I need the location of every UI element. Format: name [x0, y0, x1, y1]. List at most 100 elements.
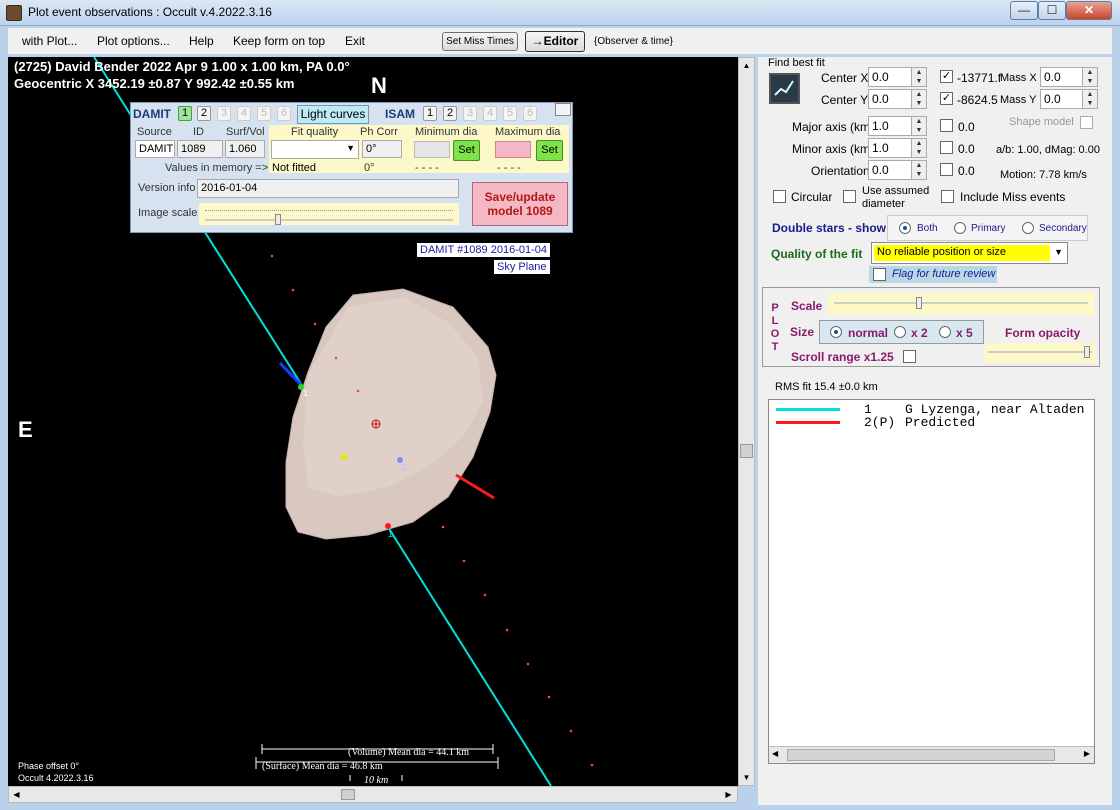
col-id: ID [193, 126, 204, 138]
damit-tab-6[interactable]: 6 [277, 106, 291, 121]
app-icon [6, 5, 22, 21]
menu-exit[interactable]: Exit [345, 34, 365, 48]
plot-horizontal-scrollbar[interactable]: ◀ ▶ [8, 786, 738, 803]
size-x2-label: x 2 [911, 326, 928, 340]
rms-fit-text: RMS fit 15.4 ±0.0 km [775, 381, 878, 393]
scale-bar-label: 10 km [364, 775, 389, 786]
flag-review-label: Flag for future review [892, 268, 996, 280]
save-update-model-button[interactable]: Save/update model 1089 [472, 182, 568, 226]
isam-tab-4[interactable]: 4 [483, 106, 497, 121]
minor-axis-checkbox[interactable] [940, 141, 953, 154]
mass-y-spinner[interactable]: ▲ ▼ [1082, 89, 1098, 109]
ds-both-radio[interactable] [899, 222, 911, 234]
center-x-input[interactable]: 0.0 [868, 67, 912, 87]
size-x2-radio[interactable] [894, 326, 906, 338]
isam-tab-2[interactable]: 2 [443, 106, 457, 121]
list-scroll-left-icon[interactable]: ◀ [772, 749, 778, 758]
list-hscroll-thumb[interactable] [787, 749, 1055, 761]
close-button[interactable]: ✕ [1066, 1, 1112, 20]
orientation-spinner[interactable]: ▲ ▼ [911, 160, 927, 180]
plot-vertical-scrollbar[interactable]: ▲ ▼ [738, 57, 755, 786]
form-opacity-label: Form opacity [1005, 326, 1081, 340]
min-dia-field[interactable] [414, 141, 450, 158]
menu-plot-options[interactable]: Plot options... [97, 34, 170, 48]
orientation-checkbox[interactable] [940, 163, 953, 176]
version-info-field[interactable]: 2016-01-04 [197, 179, 459, 198]
minor-axis-spinner[interactable]: ▲ ▼ [911, 138, 927, 158]
surf-vol-field[interactable]: 1.060 [225, 140, 265, 158]
damit-tab-1[interactable]: 1 [178, 106, 192, 121]
major-axis-spinner[interactable]: ▲ ▼ [911, 116, 927, 136]
set-miss-times-button[interactable]: Set Miss Times [442, 32, 518, 51]
scroll-down-icon[interactable]: ▼ [739, 770, 754, 785]
major-axis-checkbox[interactable] [940, 119, 953, 132]
ds-secondary-radio[interactable] [1022, 222, 1034, 234]
major-axis-input[interactable]: 1.0 [868, 116, 912, 136]
menu-with-plot[interactable]: with Plot... [22, 34, 77, 48]
scale-slider[interactable] [828, 293, 1094, 315]
isam-tab-1[interactable]: 1 [423, 106, 437, 121]
damit-tab-2[interactable]: 2 [197, 106, 211, 121]
form-opacity-thumb[interactable] [1084, 346, 1090, 358]
find-best-fit-button[interactable] [769, 73, 800, 104]
fix-x-checkbox[interactable]: ✓ [940, 70, 953, 83]
ph-corr-field[interactable]: 0° [362, 140, 402, 158]
panel-collapse-button[interactable] [555, 103, 571, 116]
damit-tab-5[interactable]: 5 [257, 106, 271, 121]
quality-of-fit-select[interactable]: No reliable position or size ▼ [871, 242, 1068, 264]
center-y-spinner[interactable]: ▲ ▼ [911, 89, 927, 109]
circular-checkbox[interactable] [773, 190, 786, 203]
menu-help[interactable]: Help [189, 34, 214, 48]
include-miss-checkbox[interactable] [941, 190, 954, 203]
minimize-button[interactable]: — [1010, 1, 1038, 20]
isam-tab-5[interactable]: 5 [503, 106, 517, 121]
mass-x-spinner[interactable]: ▲ ▼ [1082, 67, 1098, 87]
flag-review-checkbox[interactable] [873, 268, 886, 281]
fix-y-checkbox[interactable]: ✓ [940, 92, 953, 105]
size-normal-radio[interactable] [830, 326, 842, 338]
isam-tab-3[interactable]: 3 [463, 106, 477, 121]
hscroll-thumb[interactable] [341, 789, 355, 800]
damit-tab-3[interactable]: 3 [217, 106, 231, 121]
menu-keep-on-top[interactable]: Keep form on top [233, 34, 325, 48]
mass-y-input[interactable]: 0.0 [1040, 89, 1083, 109]
fit-quality-select[interactable]: ▼ [271, 140, 359, 159]
scroll-left-icon[interactable]: ◀ [9, 787, 24, 802]
save-model-label: model 1089 [487, 204, 553, 218]
maximize-button[interactable]: ☐ [1038, 1, 1066, 20]
sky-plane-label: Sky Plane [494, 260, 550, 274]
light-curves-button[interactable]: Light curves [297, 105, 369, 124]
size-x5-radio[interactable] [939, 326, 951, 338]
image-scale-slider[interactable] [199, 203, 459, 225]
plot-header-line2: Geocentric X 3452.19 ±0.87 Y 992.42 ±0.5… [14, 76, 295, 91]
scroll-up-icon[interactable]: ▲ [739, 58, 754, 73]
damit-tab-4[interactable]: 4 [237, 106, 251, 121]
shape-model-label: Shape model [1009, 116, 1074, 128]
x-value: -13771.f [957, 71, 1002, 85]
mass-x-input[interactable]: 0.0 [1040, 67, 1083, 87]
set-max-button[interactable]: Set [536, 140, 563, 161]
observer-list[interactable]: 1 G Lyzenga, near Altaden 2(P) Predicted… [768, 399, 1095, 764]
orientation-input[interactable]: 0.0 [868, 160, 912, 180]
ds-primary-radio[interactable] [954, 222, 966, 234]
scroll-right-icon[interactable]: ▶ [721, 787, 736, 802]
set-min-button[interactable]: Set [453, 140, 480, 161]
editor-button[interactable]: →Editor [525, 31, 585, 52]
image-scale-thumb[interactable] [275, 214, 281, 225]
observer-list-hscrollbar[interactable]: ◀ ▶ [769, 746, 1094, 763]
isam-tab-6[interactable]: 6 [523, 106, 537, 121]
center-x-spinner[interactable]: ▲ ▼ [911, 67, 927, 87]
max-dia-field[interactable] [495, 141, 531, 158]
list-scroll-right-icon[interactable]: ▶ [1084, 749, 1090, 758]
form-opacity-slider[interactable] [984, 343, 1096, 363]
vscroll-thumb[interactable] [740, 444, 753, 458]
scroll-range-checkbox[interactable] [903, 350, 916, 363]
use-assumed-diameter-checkbox[interactable] [843, 190, 856, 203]
shape-model-checkbox[interactable] [1080, 116, 1093, 129]
source-field[interactable]: DAMIT [135, 140, 175, 158]
scale-slider-thumb[interactable] [916, 297, 922, 309]
save-update-label: Save/update [484, 190, 556, 204]
center-y-input[interactable]: 0.0 [868, 89, 912, 109]
id-field[interactable]: 1089 [177, 140, 223, 158]
minor-axis-input[interactable]: 1.0 [868, 138, 912, 158]
